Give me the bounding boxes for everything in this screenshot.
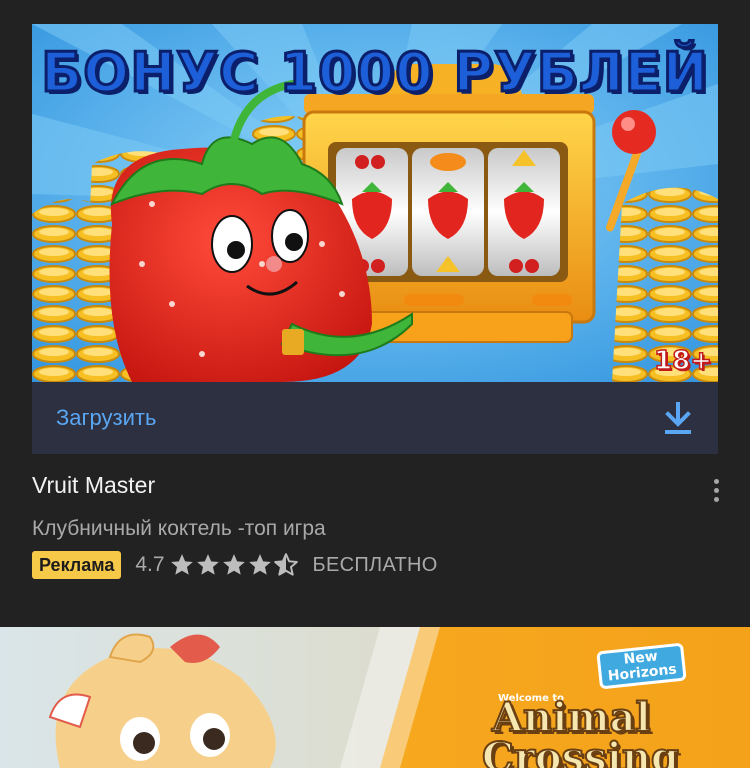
app-meta-row: Реклама 4.7 БЕСПЛАТНО [32, 550, 438, 580]
star-half-icon [273, 553, 298, 576]
logo-line1: Animal [491, 694, 652, 741]
ad-badge: Реклама [32, 551, 122, 579]
more-vert-icon[interactable] [700, 470, 732, 510]
banner-headline: БОНУС 1000 РУБЛЕЙ [40, 40, 710, 106]
ad-card[interactable]: БОНУС 1000 РУБЛЕЙ 18+ Загрузить Vruit Ma… [0, 0, 750, 627]
rating-value: 4.7 [135, 553, 165, 576]
logo-line2: Crossing [481, 734, 680, 768]
install-label: Загрузить [56, 405, 157, 430]
app-subtitle: Клубничный коктель -топ игра [32, 517, 326, 540]
age-rating-badge: 18+ [653, 345, 712, 377]
star-full-icon [170, 554, 193, 575]
next-ad-banner-image[interactable]: Welcome to New Horizons Animal Crossing [0, 627, 750, 768]
download-icon [665, 402, 691, 434]
animal-crossing-logo: Welcome to New Horizons Animal Crossing [478, 642, 708, 768]
install-button[interactable]: Загрузить [32, 382, 718, 454]
app-title[interactable]: Vruit Master [32, 472, 155, 499]
ad-banner-image[interactable]: БОНУС 1000 РУБЛЕЙ 18+ [32, 24, 718, 382]
star-full-icon [248, 554, 271, 575]
logo-new-horizons-badge: New Horizons [596, 642, 687, 690]
rating-stars [169, 552, 299, 578]
star-full-icon [222, 554, 245, 575]
star-full-icon [196, 554, 219, 575]
price-label: БЕСПЛАТНО [312, 553, 438, 576]
